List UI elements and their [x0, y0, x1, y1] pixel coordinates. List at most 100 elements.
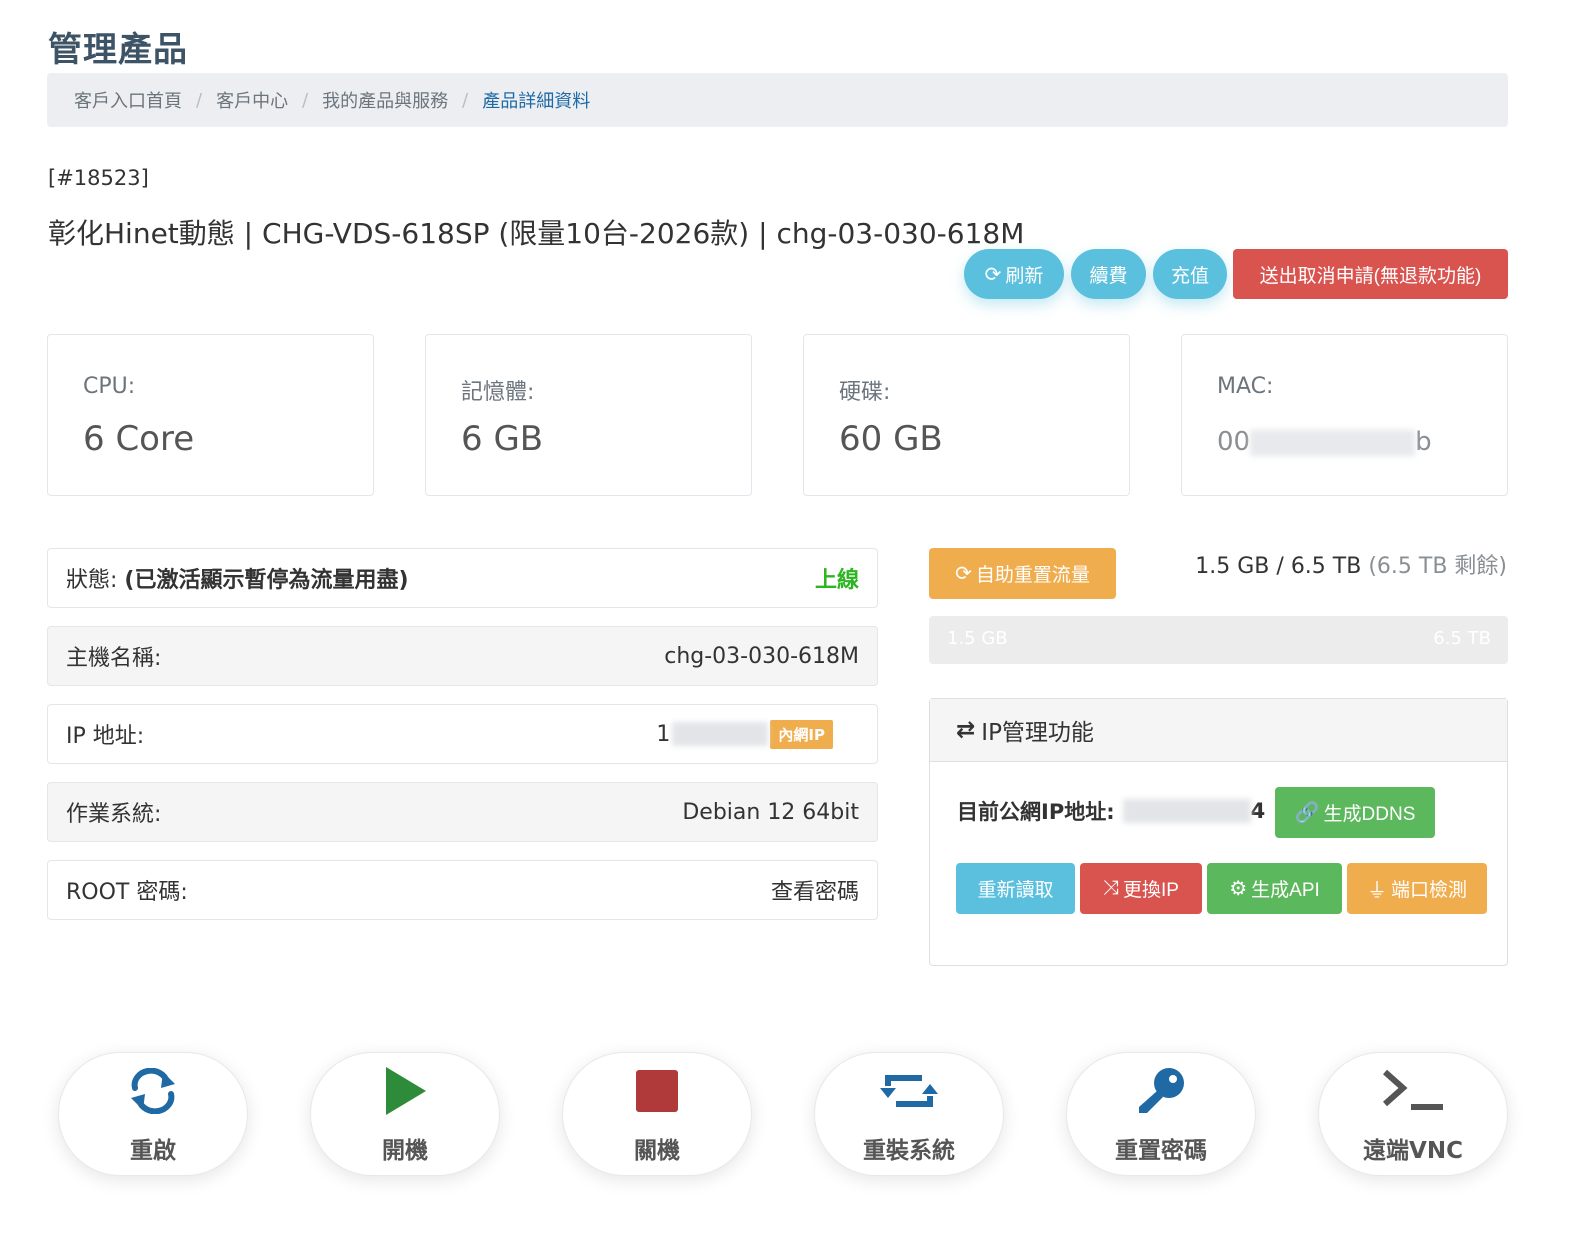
os-row: 作業系統: Debian 12 64bit — [47, 782, 878, 842]
reset-traffic-button[interactable]: ⟳ 自助重置流量 — [929, 548, 1116, 599]
product-name: 彰化Hinet動態 | CHG-VDS-618SP (限量10台-2026款) … — [48, 217, 1025, 250]
restart-label: 重啟 — [130, 1138, 176, 1164]
renew-button[interactable]: 續費 — [1071, 249, 1146, 299]
breadcrumb-my-services[interactable]: 我的產品與服務 — [322, 87, 448, 113]
disk-card: 硬碟: 60 GB — [803, 334, 1130, 496]
cpu-label: CPU: — [83, 374, 136, 399]
breadcrumb-client-area[interactable]: 客戶中心 — [216, 87, 288, 113]
memory-card: 記憶體: 6 GB — [425, 334, 752, 496]
refresh-icon: ⟳ — [984, 263, 1002, 286]
ip-label: IP 地址: — [66, 724, 145, 749]
memory-value: 6 GB — [461, 419, 544, 459]
breadcrumb-separator: / — [302, 89, 309, 111]
change-ip-button[interactable]: ⤨ 更換IP — [1080, 863, 1202, 914]
power-off-label: 關機 — [634, 1138, 680, 1164]
reset-password-label: 重置密碼 — [1115, 1138, 1207, 1164]
hostname-value: chg-03-030-618M — [664, 643, 859, 669]
restart-icon — [59, 1065, 247, 1117]
breadcrumb-separator: / — [462, 89, 469, 111]
plug-icon: ⏚ — [1366, 880, 1387, 902]
breadcrumb-separator: / — [196, 89, 203, 111]
remote-vnc-label: 遠端VNC — [1363, 1138, 1463, 1164]
progress-used-label: 1.5 GB — [947, 628, 1008, 649]
lan-ip-badge: 內網IP — [770, 719, 833, 749]
root-password-row: ROOT 密碼: 查看密碼 — [47, 860, 878, 920]
mac-card: MAC: 00 b — [1181, 334, 1508, 496]
generate-ddns-label: 生成DDNS — [1323, 804, 1416, 825]
cpu-value: 6 Core — [83, 419, 195, 459]
view-password-link[interactable]: 查看密碼 — [771, 874, 859, 906]
mac-prefix: 00 — [1217, 427, 1251, 457]
ip-value: 1 內網IP — [656, 719, 833, 749]
disk-value: 60 GB — [839, 419, 943, 459]
breadcrumb-current: 產品詳細資料 — [482, 91, 591, 112]
retweet-icon — [815, 1065, 1003, 1117]
play-icon — [311, 1065, 499, 1117]
hostname-row: 主機名稱: chg-03-030-618M — [47, 626, 878, 686]
breadcrumb: 客戶入口首頁 / 客戶中心 / 我的產品與服務 / 產品詳細資料 — [47, 73, 1508, 127]
traffic-usage: 1.5 GB / 6.5 TB (6.5 TB 剩餘) — [1195, 554, 1507, 579]
refresh-label: 刷新 — [1005, 265, 1044, 287]
reinstall-os-label: 重裝系統 — [863, 1138, 955, 1164]
reset-password-button[interactable]: 重置密碼 — [1066, 1052, 1256, 1176]
mac-suffix: b — [1415, 427, 1432, 457]
cpu-card: CPU: 6 Core — [47, 334, 374, 496]
public-ip-label: 目前公網IP地址: — [957, 800, 1115, 824]
traffic-total: 6.5 TB — [1290, 554, 1362, 579]
reinstall-os-button[interactable]: 重裝系統 — [814, 1052, 1004, 1176]
cancel-request-button[interactable]: 送出取消申請(無退款功能) — [1233, 249, 1508, 299]
status-row: 狀態: (已激活顯示暫停為流量用盡) 上線 — [47, 548, 878, 608]
ip-prefix: 1 — [656, 721, 671, 747]
progress-total-label: 6.5 TB — [1433, 628, 1491, 649]
remote-vnc-button[interactable]: 遠端VNC — [1318, 1052, 1508, 1176]
status-badge: 上線 — [814, 568, 859, 593]
mac-value: 00 b — [1217, 427, 1432, 457]
gear-icon: ⚙ — [1229, 878, 1248, 900]
product-id: [#18523] — [48, 166, 149, 190]
status-label-group: 狀態: (已激活顯示暫停為流量用盡) — [66, 562, 409, 594]
public-ip-redacted — [1122, 799, 1251, 823]
memory-label: 記憶體: — [461, 380, 535, 405]
root-password-label: ROOT 密碼: — [66, 880, 188, 905]
generate-ddns-button[interactable]: 🔗 生成DDNS — [1275, 787, 1435, 838]
refresh-button[interactable]: ⟳ 刷新 — [964, 249, 1064, 299]
ip-management-panel: ⇄ IP管理功能 目前公網IP地址: 4 🔗 生成DDNS 重新讀取 ⤨ 更換I… — [929, 698, 1508, 966]
ip-row: IP 地址: 1 內網IP — [47, 704, 878, 764]
page-title: 管理產品 — [48, 30, 188, 70]
reread-button[interactable]: 重新讀取 — [956, 863, 1075, 914]
power-off-button[interactable]: 關機 — [562, 1052, 752, 1176]
mac-redacted — [1250, 429, 1416, 456]
generate-api-button[interactable]: ⚙ 生成API — [1207, 863, 1342, 914]
port-check-button[interactable]: ⏚ 端口檢測 — [1347, 863, 1487, 914]
ip-redacted — [672, 722, 769, 746]
link-icon: 🔗 — [1294, 802, 1320, 824]
port-check-label: 端口檢測 — [1390, 880, 1467, 901]
reset-traffic-label: 自助重置流量 — [975, 565, 1090, 586]
public-ip: 目前公網IP地址: 4 — [957, 796, 1265, 826]
refresh-icon: ⟳ — [955, 563, 972, 585]
status-label: 狀態: — [66, 568, 118, 593]
os-value: Debian 12 64bit — [682, 799, 859, 825]
stop-icon — [563, 1065, 751, 1117]
ip-panel-title: IP管理功能 — [981, 720, 1094, 746]
os-label: 作業系統: — [66, 802, 162, 827]
terminal-icon — [1319, 1065, 1507, 1117]
breadcrumb-home[interactable]: 客戶入口首頁 — [74, 87, 182, 113]
hostname-label: 主機名稱: — [66, 646, 162, 671]
ip-panel-header: ⇄ IP管理功能 — [930, 699, 1507, 762]
key-icon — [1067, 1065, 1255, 1117]
generate-api-label: 生成API — [1251, 880, 1320, 901]
public-ip-suffix: 4 — [1250, 799, 1266, 823]
shuffle-icon: ⤨ — [1103, 877, 1120, 899]
mac-label: MAC: — [1217, 374, 1274, 399]
disk-label: 硬碟: — [839, 380, 891, 405]
traffic-progress-bar: 1.5 GB 6.5 TB — [929, 616, 1508, 664]
status-note: (已激活顯示暫停為流量用盡) — [124, 568, 409, 593]
exchange-icon: ⇄ — [956, 717, 976, 743]
power-on-button[interactable]: 開機 — [310, 1052, 500, 1176]
power-on-label: 開機 — [382, 1138, 428, 1164]
restart-button[interactable]: 重啟 — [58, 1052, 248, 1176]
recharge-button[interactable]: 充值 — [1153, 249, 1227, 299]
change-ip-label: 更換IP — [1123, 880, 1179, 901]
traffic-remaining: (6.5 TB 剩餘) — [1368, 554, 1507, 579]
